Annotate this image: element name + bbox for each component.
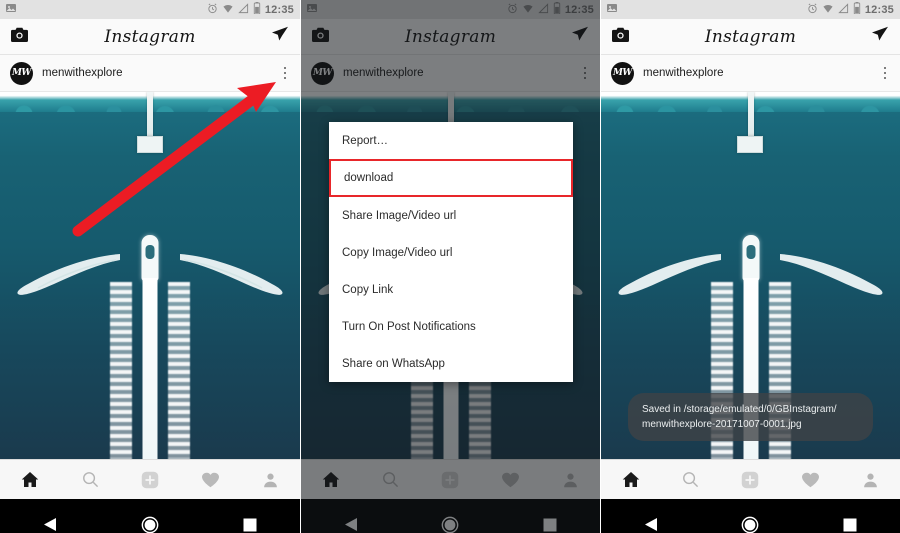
nav-add[interactable] (125, 460, 175, 500)
paper-plane-icon[interactable] (871, 26, 889, 47)
status-bar-system-icons: 12:35 (207, 1, 294, 19)
status-bar-notifications (5, 1, 17, 19)
app-title: Instagram (104, 26, 196, 47)
menu-item-label: Copy Link (342, 283, 394, 296)
alarm-icon (207, 1, 218, 19)
image-notification-icon (5, 1, 17, 19)
menu-item-report[interactable]: Report… (329, 122, 573, 159)
status-bar-system-icons: 12:35 (807, 1, 894, 19)
save-confirmation-toast: Saved in /storage/emulated/0/GBInstagram… (628, 393, 873, 441)
alarm-icon (807, 1, 818, 19)
post-header: MW menwithexplore (601, 55, 900, 92)
more-options-icon[interactable] (880, 64, 891, 83)
android-navigation-bar (601, 499, 900, 533)
menu-item-download[interactable]: download (329, 159, 573, 197)
home-circle-icon[interactable] (120, 499, 180, 533)
toast-line-2: menwithexplore-20171007-0001.jpg (642, 419, 802, 430)
paper-plane-icon[interactable] (271, 26, 289, 47)
signal-icon (838, 1, 849, 19)
menu-item-share-on-whatsapp[interactable]: Share on WhatsApp (329, 345, 573, 382)
image-notification-icon (606, 1, 618, 19)
panel-step-2: 12:35 Instagram MW menwithexplore (300, 0, 600, 533)
menu-item-label: Share Image/Video url (342, 209, 457, 222)
menu-item-share-image-video-url[interactable]: Share Image/Video url (329, 197, 573, 234)
panel-step-3: 12:35 Instagram MW menwithexplore Saved … (600, 0, 900, 533)
wifi-icon (222, 1, 234, 19)
bottom-navigation (0, 459, 300, 499)
nav-profile[interactable] (845, 460, 895, 500)
battery-icon (253, 1, 261, 19)
wake-wing-right (180, 254, 283, 295)
menu-item-label: Turn On Post Notifications (342, 320, 476, 333)
app-title: Instagram (704, 26, 797, 47)
wake-wing-right (780, 254, 883, 295)
menu-item-copy-image-video-url[interactable]: Copy Image/Video url (329, 234, 573, 271)
post-photo[interactable]: Saved in /storage/emulated/0/GBInstagram… (601, 92, 900, 459)
menu-item-label: Share on WhatsApp (342, 357, 445, 370)
more-options-icon[interactable] (280, 64, 291, 83)
recents-square-icon[interactable] (820, 499, 880, 533)
panel-step-1: 12:35 Instagram MW menwithexplore (0, 0, 300, 533)
battery-icon (853, 1, 861, 19)
wake-froth-right (168, 282, 190, 459)
wake-wing-left (17, 254, 120, 295)
nav-home[interactable] (606, 460, 656, 500)
camera-icon[interactable] (11, 27, 28, 47)
wake-froth-left (110, 282, 132, 459)
status-bar: 12:35 (601, 0, 900, 19)
app-header: Instagram (601, 19, 900, 55)
avatar[interactable]: MW (10, 61, 33, 85)
status-bar-notifications (606, 1, 618, 19)
menu-item-label: Report… (342, 134, 389, 147)
post-username[interactable]: menwithexplore (643, 67, 724, 79)
toast-line-1: Saved in /storage/emulated/0/GBInstagram… (642, 404, 837, 415)
app-header: Instagram (0, 19, 300, 55)
pier (747, 92, 754, 139)
nav-home[interactable] (5, 460, 55, 500)
bottom-navigation (601, 459, 900, 499)
nav-activity[interactable] (785, 460, 835, 500)
recents-square-icon[interactable] (220, 499, 280, 533)
pier-platform (136, 136, 163, 153)
status-bar-clock: 12:35 (264, 3, 294, 16)
android-navigation-bar (0, 499, 300, 533)
back-triangle-icon[interactable] (621, 499, 681, 533)
camera-icon[interactable] (612, 27, 629, 47)
pier-platform (737, 136, 764, 153)
home-circle-icon[interactable] (720, 499, 780, 533)
menu-item-label: download (344, 172, 394, 184)
nav-search[interactable] (666, 460, 716, 500)
nav-profile[interactable] (245, 460, 295, 500)
menu-item-label: Copy Image/Video url (342, 246, 453, 259)
boat-cockpit (746, 245, 755, 259)
boat-wake (142, 278, 158, 459)
nav-add[interactable] (725, 460, 775, 500)
three-panel-tutorial: 12:35 Instagram MW menwithexplore Report… (0, 0, 900, 533)
status-bar-clock: 12:35 (864, 3, 894, 16)
avatar[interactable]: MW (611, 61, 634, 85)
wake-wing-left (618, 254, 721, 295)
post-photo[interactable] (0, 92, 300, 459)
nav-activity[interactable] (185, 460, 235, 500)
post-username[interactable]: menwithexplore (42, 67, 123, 79)
nav-search[interactable] (65, 460, 115, 500)
back-triangle-icon[interactable] (20, 499, 80, 533)
post-options-menu: Report… download Share Image/Video url C… (329, 122, 573, 382)
wifi-icon (822, 1, 834, 19)
pier (147, 92, 153, 139)
status-bar: 12:35 (0, 0, 300, 19)
menu-item-copy-link[interactable]: Copy Link (329, 271, 573, 308)
post-header: MW menwithexplore (0, 55, 300, 92)
menu-item-turn-on-post-notifications[interactable]: Turn On Post Notifications (329, 308, 573, 345)
boat-cockpit (145, 245, 155, 259)
signal-icon (238, 1, 249, 19)
